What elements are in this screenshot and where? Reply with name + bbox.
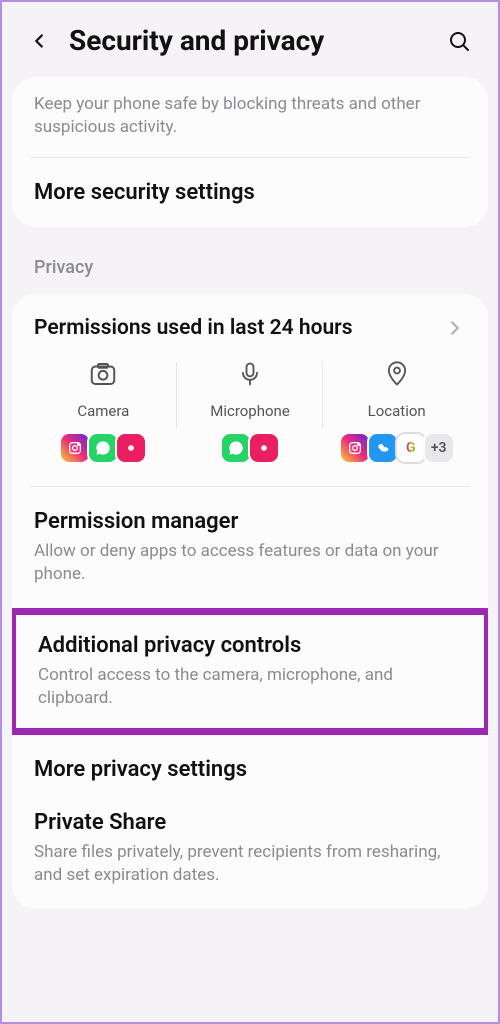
more-privacy-settings[interactable]: More privacy settings bbox=[12, 735, 488, 804]
item-label: Permissions used in last 24 hours bbox=[34, 316, 444, 340]
google-icon: G bbox=[395, 432, 427, 464]
search-button[interactable] bbox=[445, 27, 473, 55]
instagram-icon bbox=[339, 432, 371, 464]
permission-camera[interactable]: Camera bbox=[30, 358, 177, 464]
permission-location[interactable]: Location G +3 bbox=[323, 358, 470, 464]
item-label: More privacy settings bbox=[34, 757, 466, 782]
permissions-grid: Camera Microphone bbox=[12, 354, 488, 486]
additional-privacy-controls[interactable]: Additional privacy controls Control acce… bbox=[12, 608, 488, 735]
security-card: Keep your phone safe by blocking threats… bbox=[12, 77, 488, 227]
permission-label: Camera bbox=[77, 402, 129, 420]
privacy-section-label: Privacy bbox=[12, 237, 488, 294]
page-title: Security and privacy bbox=[69, 24, 427, 57]
app-icons bbox=[59, 432, 147, 464]
item-label: Permission manager bbox=[34, 509, 466, 534]
permission-label: Microphone bbox=[210, 402, 290, 420]
more-apps-badge: +3 bbox=[423, 432, 455, 464]
search-icon bbox=[447, 29, 471, 53]
chevron-right-icon bbox=[444, 317, 466, 339]
item-sub: Allow or deny apps to access features or… bbox=[34, 540, 466, 586]
more-security-settings[interactable]: More security settings bbox=[12, 158, 488, 227]
private-share[interactable]: Private Share Share files privately, pre… bbox=[12, 804, 488, 909]
camera-icon bbox=[87, 358, 119, 390]
item-sub: Share files privately, prevent recipient… bbox=[34, 841, 466, 887]
app-icons: G +3 bbox=[339, 432, 455, 464]
permission-label: Location bbox=[368, 402, 426, 420]
permission-microphone[interactable]: Microphone bbox=[177, 358, 324, 464]
item-label: Private Share bbox=[34, 810, 466, 835]
microphone-icon bbox=[234, 358, 266, 390]
camera-app-icon bbox=[115, 432, 147, 464]
item-sub: Control access to the camera, microphone… bbox=[38, 664, 462, 710]
permission-manager[interactable]: Permission manager Allow or deny apps to… bbox=[12, 487, 488, 608]
privacy-card: Permissions used in last 24 hours Camera bbox=[12, 294, 488, 909]
security-description: Keep your phone safe by blocking threats… bbox=[12, 77, 488, 157]
item-label: More security settings bbox=[34, 180, 466, 205]
weather-app-icon bbox=[367, 432, 399, 464]
back-button[interactable] bbox=[27, 29, 51, 53]
camera-app-icon bbox=[248, 432, 280, 464]
chevron-left-icon bbox=[28, 30, 50, 52]
location-icon bbox=[381, 358, 413, 390]
app-icons bbox=[220, 432, 280, 464]
header: Security and privacy bbox=[12, 2, 488, 77]
item-label: Additional privacy controls bbox=[38, 633, 462, 658]
permissions-used-row[interactable]: Permissions used in last 24 hours bbox=[12, 294, 488, 354]
